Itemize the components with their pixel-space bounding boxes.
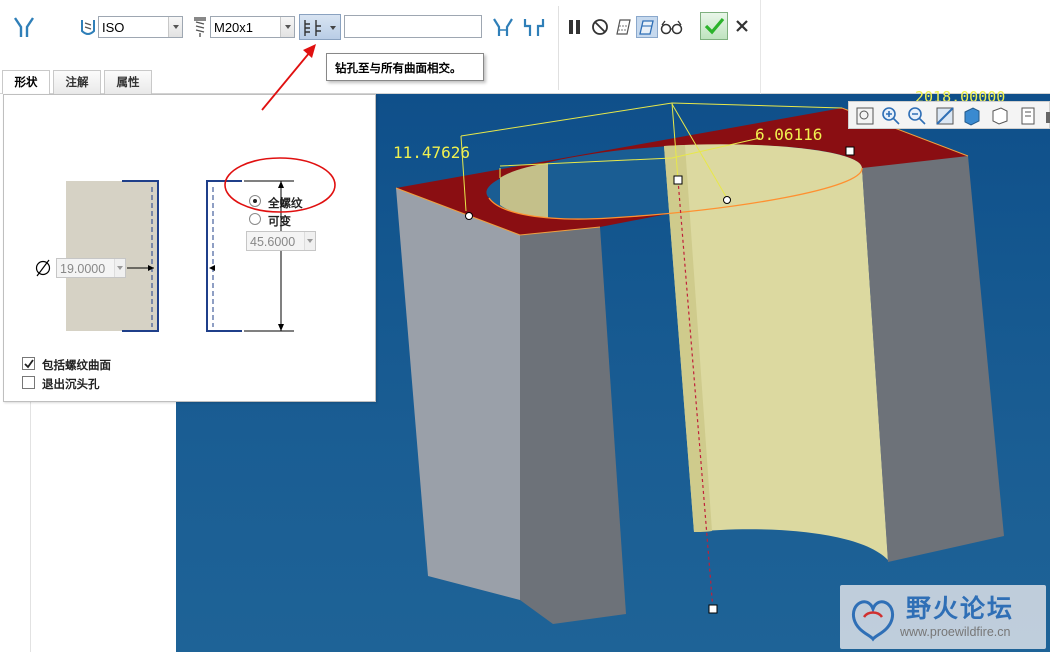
watermark-url: www.proewildfire.cn xyxy=(900,625,1011,639)
hole-tool-window: ISO M20x1 钻孔至与所有曲面相交。 形状 注解 属性 11.47626 … xyxy=(0,0,1050,652)
annotation-overlay xyxy=(261,44,316,111)
forum-logo-icon xyxy=(851,600,895,642)
forum-watermark: 野火论坛 www.proewildfire.cn xyxy=(840,585,1046,649)
watermark-title: 野火论坛 xyxy=(906,594,1015,623)
